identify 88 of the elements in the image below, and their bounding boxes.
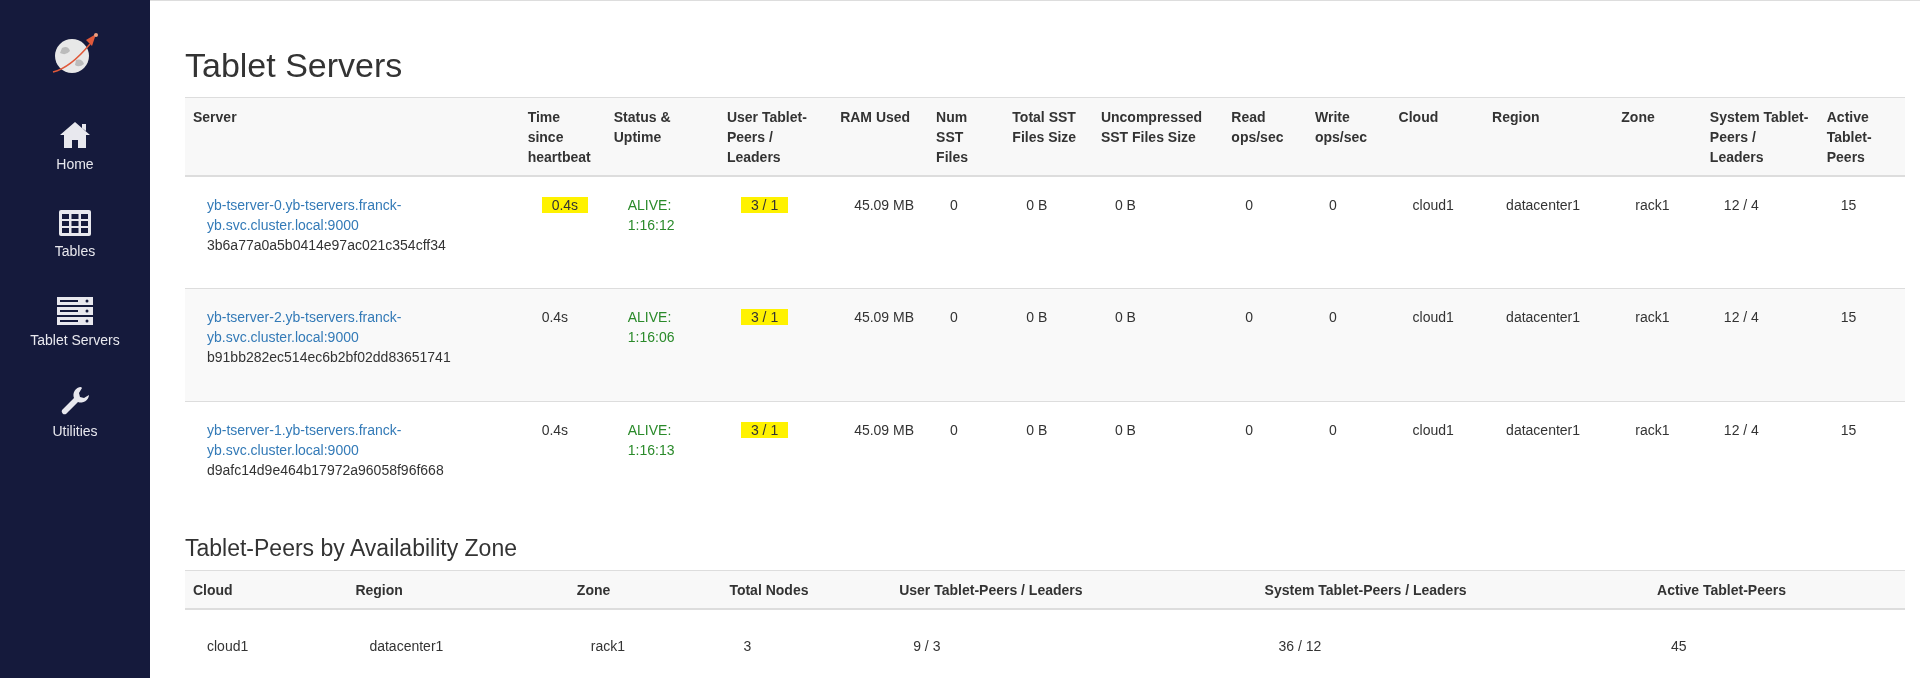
cell-text: 0.4s	[541, 422, 569, 439]
column-header: Cloud	[185, 570, 348, 610]
table-cell: 45	[1649, 609, 1905, 672]
table-cell: 0	[1306, 175, 1391, 289]
table-cell: 3	[721, 609, 892, 672]
table-cell: 45.09 MB	[832, 288, 929, 402]
column-header: Zone	[1613, 97, 1702, 176]
table-cell: 12 / 4	[1701, 401, 1819, 515]
table-cell: 45.09 MB	[832, 401, 929, 515]
table-cell: cloud1	[1390, 175, 1485, 289]
highlighted-text: 0.4s	[541, 196, 589, 213]
server-uuid: 3b6a77a0a5b0414e97ac021c354cff34	[207, 235, 447, 255]
table-cell: 36 / 12	[1256, 609, 1650, 672]
section-title: Tablet-Peers by Availability Zone	[185, 534, 518, 563]
table-cell: rack1	[1613, 175, 1702, 289]
server-link[interactable]: yb-tserver-2.yb-tservers.franck-yb.svc.cluster.local:9000	[207, 307, 417, 348]
column-header: User Tablet-Peers / Leaders	[891, 570, 1257, 610]
server-link[interactable]: yb-tserver-0.yb-tservers.franck-yb.svc.cluster.local:9000	[207, 194, 417, 235]
table-cell: 15	[1818, 175, 1905, 289]
table-cell: cloud1	[1390, 288, 1485, 402]
table-cell: 12 / 4	[1701, 175, 1819, 289]
column-header: System Tablet-Peers / Leaders	[1701, 97, 1819, 176]
highlighted-text: 3 / 1	[740, 422, 789, 439]
table-cell: 0 B	[1092, 401, 1224, 515]
table-cell: 0 B	[1092, 175, 1224, 289]
status-cell: ALIVE: 1:16:06	[605, 288, 719, 402]
column-header: Active Tablet-Peers	[1649, 570, 1905, 610]
table-cell: 45.09 MB	[832, 175, 929, 289]
column-header: Num SST Files	[928, 97, 1005, 176]
column-header: Region	[1484, 97, 1614, 176]
table-cell: rack1	[568, 609, 722, 672]
table-cell: 0	[928, 288, 1005, 402]
table-cell: 0	[928, 175, 1005, 289]
sidebar-item[interactable]: Utilities	[0, 385, 150, 442]
table-cell: 0	[928, 401, 1005, 515]
column-header: System Tablet-Peers / Leaders	[1256, 570, 1650, 610]
page-title: Tablet Servers	[185, 45, 404, 86]
table-cell: 0	[1306, 401, 1391, 515]
table-cell: 0	[1223, 175, 1307, 289]
highlighted-text: 3 / 1	[740, 309, 789, 326]
table-cell: 15	[1818, 288, 1905, 402]
column-header: Region	[347, 570, 569, 610]
column-header: Read ops/sec	[1223, 97, 1307, 176]
table-cell: 0 B	[1092, 288, 1224, 402]
status-cell: ALIVE: 1:16:12	[605, 175, 719, 289]
sidebar-item[interactable]: Tablet Servers	[0, 296, 150, 351]
status-cell: ALIVE: 1:16:13	[605, 401, 719, 515]
column-header: RAM Used	[832, 97, 929, 176]
logo-icon[interactable]	[50, 32, 100, 76]
table-cell: 0 B	[1004, 401, 1093, 515]
table-icon	[58, 209, 92, 237]
table-cell: 0	[1223, 401, 1307, 515]
column-header: Time since heartbeat	[519, 97, 606, 176]
column-header: Total SST Files Size	[1004, 97, 1093, 176]
table-cell: 0	[1306, 288, 1391, 402]
column-header: Total Nodes	[721, 570, 892, 610]
table-cell: 15	[1818, 401, 1905, 515]
table-cell: rack1	[1613, 288, 1702, 402]
column-header: Server	[185, 97, 520, 176]
column-header: Uncompressed SST Files Size	[1092, 97, 1224, 176]
server-stack-icon	[56, 296, 94, 326]
cell-text: 0.4s	[541, 309, 569, 326]
sidebar-item[interactable]: Tables	[0, 209, 150, 262]
table-cell: 12 / 4	[1701, 288, 1819, 402]
column-header: Zone	[568, 570, 722, 610]
table-cell: datacenter1	[1484, 288, 1614, 402]
column-header: Write ops/sec	[1306, 97, 1391, 176]
server-link[interactable]: yb-tserver-1.yb-tservers.franck-yb.svc.cluster.local:9000	[207, 420, 417, 461]
table-cell: datacenter1	[347, 609, 569, 672]
table-cell: 0	[1223, 288, 1307, 402]
wrench-icon	[59, 385, 91, 417]
table-cell: 0 B	[1004, 288, 1093, 402]
table-cell: rack1	[1613, 401, 1702, 515]
column-header: Status & Uptime	[605, 97, 719, 176]
table-cell: 9 / 3	[891, 609, 1257, 672]
home-icon	[58, 120, 92, 150]
server-uuid: d9afc14d9e464b17972a96058f96f668	[207, 461, 445, 481]
table-cell: cloud1	[185, 609, 348, 672]
sidebar-item[interactable]: Home	[0, 120, 150, 175]
table-cell: 0 B	[1004, 175, 1093, 289]
table-cell: cloud1	[1390, 401, 1485, 515]
table-cell: datacenter1	[1484, 401, 1614, 515]
column-header: Cloud	[1390, 97, 1485, 176]
highlighted-text: 3 / 1	[740, 196, 789, 213]
table-cell: datacenter1	[1484, 175, 1614, 289]
column-header: User Tablet-Peers / Leaders	[718, 97, 833, 176]
column-header: Active Tablet-Peers	[1818, 97, 1905, 176]
server-uuid: b91bb282ec514ec6b2bf02dd83651741	[207, 348, 452, 368]
